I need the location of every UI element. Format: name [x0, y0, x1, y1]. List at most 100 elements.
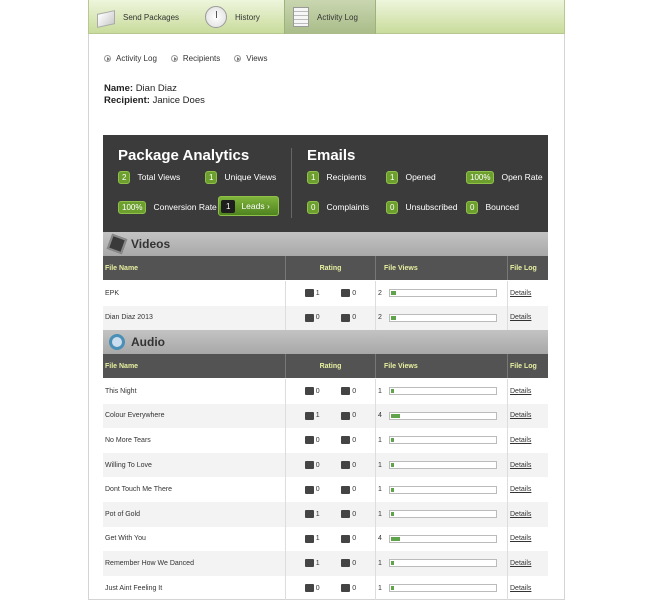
thumbs-down-count: 0 [352, 559, 357, 567]
views-progress-fill [390, 438, 395, 443]
rating-cell: 10 [286, 281, 376, 306]
thumbs-down-icon [341, 559, 351, 568]
stat-total-views: 2 Total Views [118, 170, 180, 184]
stat-label: Unique Views [224, 172, 277, 182]
view-count: 2 [378, 314, 382, 322]
thumbs-up-rating[interactable]: 0 [304, 485, 320, 494]
log-cell: Details [508, 306, 548, 331]
name-label: Name: [104, 83, 134, 94]
details-link[interactable]: Details [510, 388, 531, 395]
package-info: Name: Dian Diaz Recipient: Janice Does [104, 83, 205, 107]
details-link[interactable]: Details [510, 511, 531, 518]
subnav-views[interactable]: Views [234, 54, 267, 63]
table-row: Dian Diaz 2013 0 0 2 Details [103, 305, 548, 331]
arrow-bullet-icon [170, 55, 178, 62]
thumbs-down-rating[interactable]: 0 [341, 584, 356, 593]
details-link[interactable]: Details [510, 462, 531, 469]
subnav-recipients[interactable]: Recipients [170, 54, 220, 63]
thumbs-up-icon [304, 313, 314, 322]
thumbs-up-icon [304, 559, 314, 568]
panel-divider [291, 148, 292, 218]
tab-history[interactable]: History [199, 0, 279, 34]
column-file-name: File Name [103, 354, 286, 378]
thumbs-down-rating[interactable]: 0 [341, 559, 357, 568]
subnav-label: Views [246, 54, 268, 63]
table-row: Just Aint Feeling It 0 0 1 Details [103, 575, 548, 600]
thumbs-down-rating[interactable]: 0 [341, 485, 356, 494]
details-link[interactable]: Details [510, 290, 531, 297]
thumbs-up-icon [304, 510, 314, 519]
subnav-activity-log[interactable]: Activity Log [104, 54, 157, 63]
leads-button[interactable]: 1 Leads › [218, 196, 279, 216]
thumbs-up-rating[interactable]: 1 [304, 289, 320, 298]
thumbs-up-rating[interactable]: 1 [304, 534, 320, 543]
table-row: Willing To Love 0 0 1 Details [103, 452, 548, 478]
views-cell: 2 [376, 281, 508, 306]
thumbs-up-count: 0 [315, 314, 320, 322]
stat-label: Open Rate [501, 172, 543, 182]
thumbs-down-rating[interactable]: 0 [341, 313, 356, 322]
details-link[interactable]: Details [510, 412, 531, 419]
thumbs-down-rating[interactable]: 0 [341, 534, 356, 543]
details-link[interactable]: Details [510, 585, 531, 592]
views-cell: 4 [376, 526, 508, 552]
thumbs-up-icon [304, 584, 314, 593]
thumbs-down-rating[interactable]: 0 [341, 461, 356, 470]
file-name: This Night [103, 379, 286, 404]
sub-navigation: Activity Log Recipients Views [104, 54, 281, 63]
stat-unsubscribed: 0 Unsubscribed [386, 200, 457, 214]
thumbs-down-icon [341, 313, 351, 322]
thumbs-down-rating[interactable]: 0 [341, 387, 357, 396]
details-link[interactable]: Details [510, 437, 531, 444]
rating-cell: 00 [286, 452, 376, 478]
thumbs-up-rating[interactable]: 0 [304, 387, 320, 396]
clock-icon [205, 6, 227, 28]
tab-activity-log[interactable]: Activity Log [284, 0, 376, 34]
thumbs-up-rating[interactable]: 0 [304, 313, 320, 322]
thumbs-up-rating[interactable]: 1 [304, 510, 320, 519]
stat-label: Bounced [485, 202, 520, 212]
details-link[interactable]: Details [510, 535, 531, 542]
views-cell: 1 [376, 379, 508, 404]
views-progress-fill [390, 413, 401, 418]
views-cell: 1 [376, 452, 508, 478]
thumbs-up-rating[interactable]: 0 [304, 584, 320, 593]
thumbs-up-count: 0 [315, 461, 320, 469]
thumbs-up-count: 1 [315, 412, 320, 420]
thumbs-down-count: 0 [352, 387, 357, 395]
count-badge: 1 [205, 170, 218, 184]
log-cell: Details [508, 576, 548, 600]
thumbs-up-rating[interactable]: 0 [304, 436, 320, 445]
views-progress-bar [388, 584, 497, 593]
tab-send-packages[interactable]: Send Packages [89, 0, 194, 34]
thumbs-up-rating[interactable]: 1 [304, 559, 320, 568]
thumbs-down-rating[interactable]: 0 [341, 436, 356, 445]
views-progress-bar [388, 436, 497, 445]
stat-recipients: 1 Recipients [307, 170, 366, 184]
thumbs-up-count: 0 [315, 436, 320, 444]
thumbs-up-rating[interactable]: 1 [304, 411, 320, 420]
views-progress-bar [388, 461, 497, 470]
thumbs-up-rating[interactable]: 0 [304, 461, 320, 470]
tab-label: Send Packages [123, 12, 180, 22]
thumbs-down-rating[interactable]: 0 [341, 411, 356, 420]
videos-section-header: Videos [103, 232, 548, 256]
recipient-label: Recipient: [104, 95, 150, 106]
tab-label: Activity Log [317, 12, 358, 22]
arrow-bullet-icon [234, 55, 242, 62]
main-tab-bar: Send Packages History Activity Log [88, 0, 565, 34]
analytics-panel: Package Analytics 2 Total Views 1 Unique V… [103, 135, 548, 232]
details-link[interactable]: Details [510, 314, 531, 321]
count-badge: 100% [466, 170, 495, 184]
thumbs-down-rating[interactable]: 0 [341, 289, 356, 298]
rating-cell: 00 [286, 575, 376, 600]
file-name: Dont Touch Me There [103, 477, 286, 502]
details-link[interactable]: Details [510, 560, 531, 567]
thumbs-up-count: 0 [315, 387, 320, 395]
subnav-label: Activity Log [116, 54, 157, 63]
count-badge: 0 [386, 200, 399, 214]
thumbs-down-rating[interactable]: 0 [341, 510, 356, 519]
thumbs-up-icon [304, 461, 314, 470]
details-link[interactable]: Details [510, 486, 531, 493]
emails-title: Emails [307, 147, 356, 164]
